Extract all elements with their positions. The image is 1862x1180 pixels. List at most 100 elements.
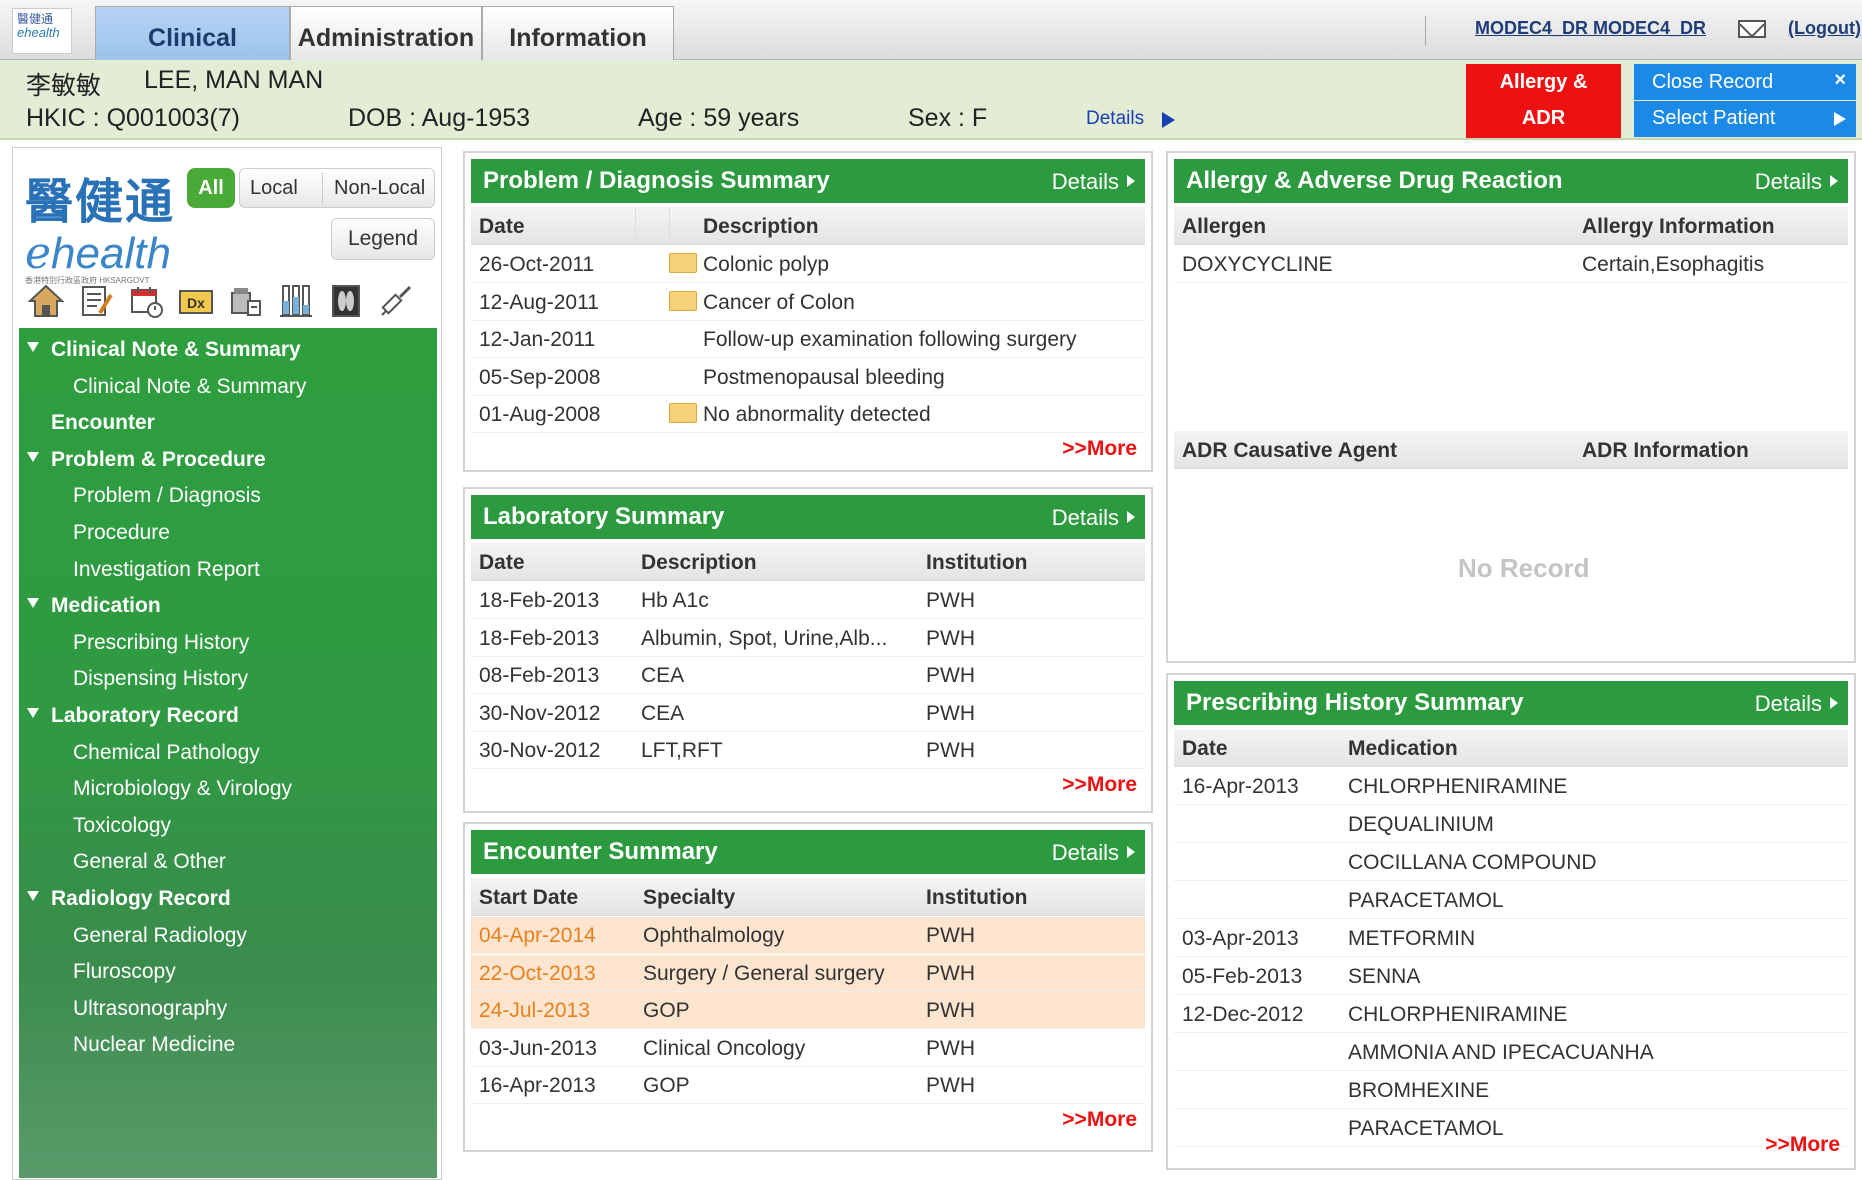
table-row[interactable]: 05-Sep-2008 Postmenopausal bleeding [471,359,1145,396]
tree-section[interactable]: Radiology Record [19,883,437,920]
caret-right-icon[interactable] [1127,175,1135,187]
select-patient-button[interactable]: Select Patient [1634,101,1856,137]
tree-section[interactable]: Encounter [19,407,437,444]
caret-right-icon[interactable] [1127,511,1135,523]
panel-details-link[interactable]: Details [1052,840,1119,866]
caret-right-icon[interactable] [1830,697,1838,709]
tree-item[interactable]: Ultrasonography [19,993,437,1030]
clinical-note-icon[interactable] [77,282,115,320]
table-row[interactable]: 12-Dec-2012 CHLORPHENIRAMINE [1174,996,1848,1033]
medication-icon[interactable] [227,282,265,320]
close-record-button[interactable]: Close Record × [1634,64,1856,100]
radiology-icon[interactable] [327,282,365,320]
tree-section[interactable]: Medication [19,590,437,627]
home-icon[interactable] [27,282,65,320]
row-specialty: Surgery / General surgery [643,961,885,985]
table-row[interactable]: PARACETAMOL [1174,1110,1848,1147]
row-description: Albumin, Spot, Urine,Alb... [641,626,888,650]
tab-clinical[interactable]: Clinical [95,6,290,60]
logout-link[interactable]: (Logout) [1788,18,1861,39]
play-arrow-icon[interactable] [1162,112,1175,128]
table-row[interactable]: 12-Jan-2011 Follow-up examination followi… [471,321,1145,358]
tree-item[interactable]: General Radiology [19,920,437,957]
tree-section[interactable]: Problem & Procedure [19,444,437,481]
more-link[interactable]: >>More [1062,773,1137,797]
tree-item[interactable]: Clinical Note & Summary [19,371,437,408]
user-link[interactable]: MODEC4_DR MODEC4_DR [1475,18,1706,39]
expand-triangle-icon[interactable] [27,451,39,462]
tree-item[interactable]: Dispensing History [19,663,437,700]
tree-item[interactable]: Procedure [19,517,437,554]
legend-button[interactable]: Legend [331,218,435,260]
col-adr-agent: ADR Causative Agent [1182,439,1398,462]
panel-details-link[interactable]: Details [1052,505,1119,531]
expand-triangle-icon[interactable] [27,598,39,609]
expand-triangle-icon[interactable] [27,342,39,352]
column-headers: Start Date Specialty Institution [471,878,1145,916]
table-row[interactable]: 30-Nov-2012 LFT,RFT PWH [471,732,1145,769]
tree-item[interactable]: General & Other [19,846,437,883]
expand-triangle-icon[interactable] [27,708,39,718]
more-link[interactable]: >>More [1062,437,1137,461]
tree-item[interactable]: Nuclear Medicine [19,1029,437,1066]
tree-item[interactable]: Prescribing History [19,627,437,664]
panel-details-link[interactable]: Details [1755,169,1822,195]
table-row[interactable]: 18-Feb-2013 Hb A1c PWH [471,582,1145,619]
ehealth-logo: 醫健通 ehealth 香港特別行政區政府 HKSARGOVT [25,162,185,285]
row-medication: METFORMIN [1348,927,1476,950]
tree-item[interactable]: Toxicology [19,810,437,847]
caret-right-icon[interactable] [1127,846,1135,858]
panel-header: Prescribing History Summary Details [1174,681,1848,725]
table-row[interactable]: DOXYCYCLINE Certain,Esophagitis [1174,246,1848,283]
tab-information[interactable]: Information [482,6,674,60]
table-row[interactable]: 16-Apr-2013 CHLORPHENIRAMINE [1174,768,1848,805]
table-row[interactable]: 03-Jun-2013 Clinical Oncology PWH [471,1030,1145,1067]
filter-all-button[interactable]: All [187,168,235,208]
table-row[interactable]: 08-Feb-2013 CEA PWH [471,657,1145,694]
tree-section[interactable]: Clinical Note & Summary [19,334,437,371]
close-icon[interactable]: × [1834,62,1846,98]
allergy-adr-button[interactable]: Allergy & ADR [1466,64,1621,138]
row-date: 16-Apr-2013 [1182,775,1299,798]
row-start-date: 16-Apr-2013 [479,1074,596,1097]
play-arrow-icon [1834,112,1846,126]
tree-item[interactable]: Problem / Diagnosis [19,480,437,517]
caret-right-icon[interactable] [1830,175,1838,187]
table-row[interactable]: 18-Feb-2013 Albumin, Spot, Urine,Alb... PW… [471,620,1145,657]
table-row[interactable]: PARACETAMOL [1174,882,1848,919]
table-row[interactable]: COCILLANA COMPOUND [1174,844,1848,881]
expand-triangle-icon[interactable] [27,891,39,901]
table-row[interactable]: 22-Oct-2013 Surgery / General surgery PWH [471,954,1145,992]
table-row[interactable]: 03-Apr-2013 METFORMIN [1174,920,1848,957]
more-link[interactable]: >>More [1765,1133,1840,1157]
tree-item[interactable]: Fluroscopy [19,956,437,993]
lab-icon[interactable] [277,282,315,320]
mail-icon[interactable] [1738,20,1766,38]
table-row[interactable]: DEQUALINIUM [1174,806,1848,843]
table-row[interactable]: 01-Aug-2008 No abnormality detected [471,396,1145,433]
filter-local-button[interactable]: Local [250,177,298,200]
table-row[interactable]: 16-Apr-2013 GOP PWH [471,1067,1145,1104]
filter-nonlocal-button[interactable]: Non-Local [334,177,425,200]
tab-administration[interactable]: Administration [290,6,482,60]
table-row[interactable]: AMMONIA AND IPECACUANHA [1174,1034,1848,1071]
table-row[interactable]: 12-Aug-2011 Cancer of Colon [471,284,1145,321]
panel-details-link[interactable]: Details [1755,691,1822,717]
dx-icon[interactable]: Dx [177,282,215,320]
table-row[interactable]: 24-Jul-2013 GOP PWH [471,992,1145,1029]
panel-details-link[interactable]: Details [1052,169,1119,195]
injection-icon[interactable] [377,282,415,320]
tree-item[interactable]: Chemical Pathology [19,737,437,774]
table-row[interactable]: 30-Nov-2012 CEA PWH [471,695,1145,732]
table-row[interactable]: 04-Apr-2014 Ophthalmology PWH [471,917,1145,954]
table-row[interactable]: BROMHEXINE [1174,1072,1848,1109]
table-row[interactable]: 26-Oct-2011 Colonic polyp [471,246,1145,283]
tree-section[interactable]: Laboratory Record [19,700,437,737]
tree-item[interactable]: Microbiology & Virology [19,773,437,810]
patient-details-link[interactable]: Details [1086,108,1144,130]
tree-label: Encounter [51,411,155,435]
calendar-icon[interactable] [127,282,165,320]
table-row[interactable]: 05-Feb-2013 SENNA [1174,958,1848,995]
more-link[interactable]: >>More [1062,1108,1137,1132]
tree-item[interactable]: Investigation Report [19,554,437,591]
